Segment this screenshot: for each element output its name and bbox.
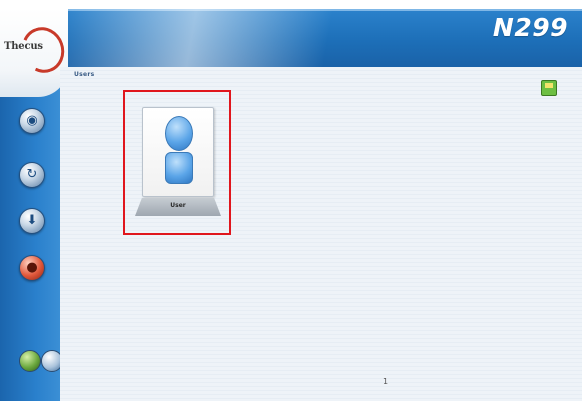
user-tile[interactable] xyxy=(142,107,214,197)
tile-label: User xyxy=(170,202,186,209)
save-icon[interactable] xyxy=(541,80,557,96)
app-window: N299 Thecus ◉ ↻ ⬇ ● Users User 1 xyxy=(0,0,582,401)
logo-text: Thecus xyxy=(4,41,43,52)
breadcrumb[interactable]: Users xyxy=(74,71,95,78)
storage-icon[interactable]: ⬇ xyxy=(19,208,45,234)
selected-tile-highlight: User xyxy=(123,90,231,235)
network-icon[interactable]: ↻ xyxy=(19,162,45,188)
status-icon[interactable]: ◉ xyxy=(19,108,45,134)
user-icon[interactable]: ● xyxy=(19,255,45,281)
tile-label-plate[interactable]: User xyxy=(135,198,221,216)
header-sweep xyxy=(60,9,440,67)
model-label: N299 xyxy=(492,13,568,42)
user-head-icon xyxy=(165,116,193,151)
language-icon[interactable] xyxy=(19,350,41,372)
user-body-icon xyxy=(165,152,193,184)
page-number: 1 xyxy=(383,377,389,386)
thecus-logo: Thecus xyxy=(4,21,71,79)
